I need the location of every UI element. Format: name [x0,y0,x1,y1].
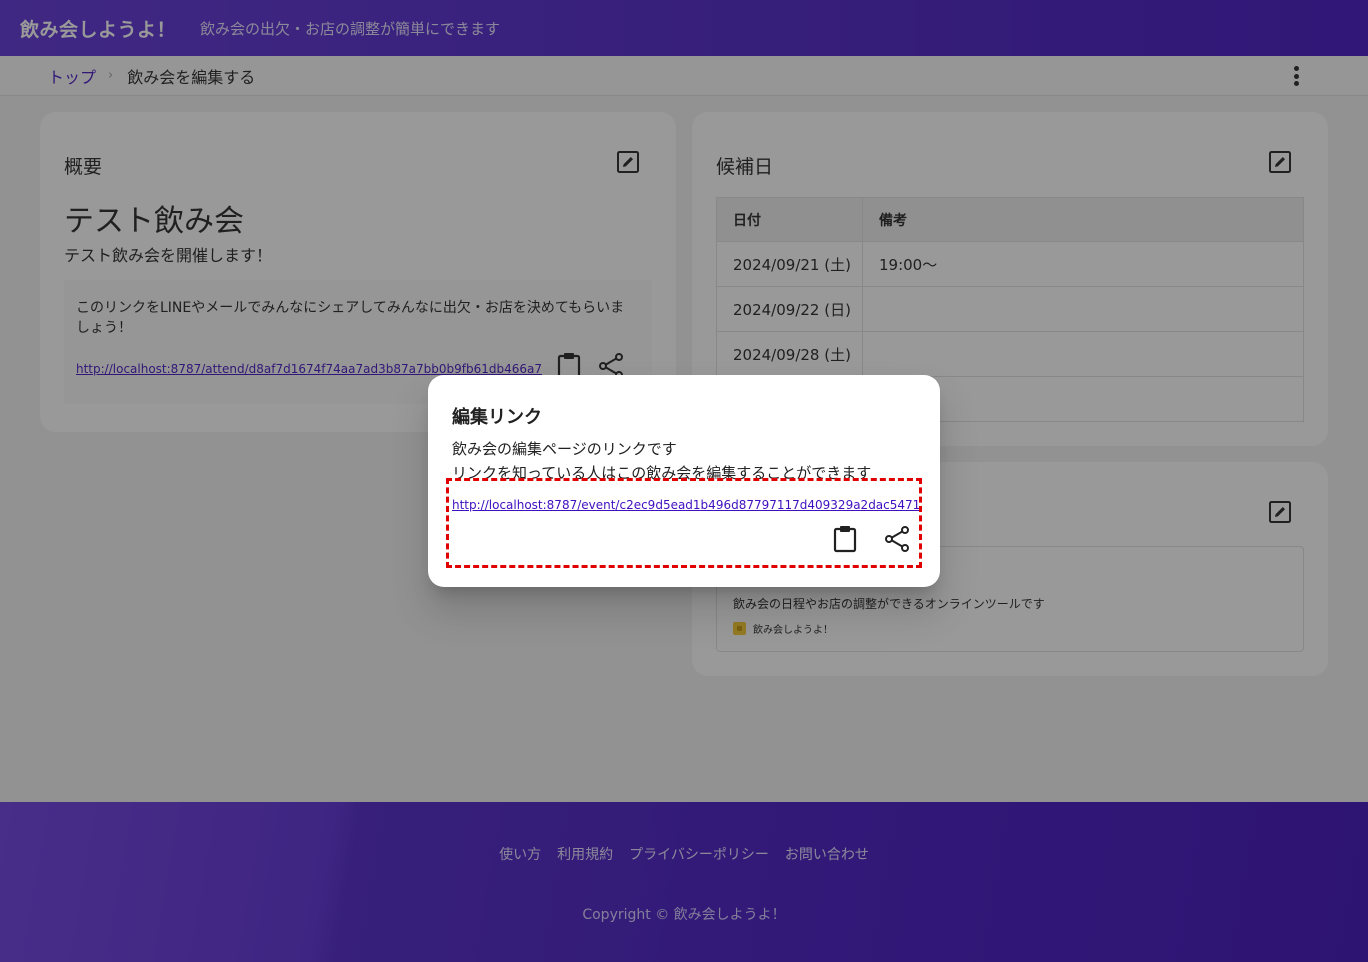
dialog-body: 飲み会の編集ページのリンクです リンクを知っている人はこの飲み会を編集することが… [452,437,871,485]
edit-link-actions [832,525,910,553]
dialog-line-2: リンクを知っている人はこの飲み会を編集することができます [452,464,872,482]
share-icon[interactable] [884,525,910,553]
edit-link[interactable]: http://localhost:8787/event/c2ec9d5ead1b… [452,498,920,512]
edit-link-dialog: 編集リンク 飲み会の編集ページのリンクです リンクを知っている人はこの飲み会を編… [428,375,940,587]
highlight-box [446,478,922,568]
dialog-line-1: 飲み会の編集ページのリンクです [452,440,677,458]
dialog-title: 編集リンク [452,407,542,428]
clipboard-icon[interactable] [832,525,858,553]
